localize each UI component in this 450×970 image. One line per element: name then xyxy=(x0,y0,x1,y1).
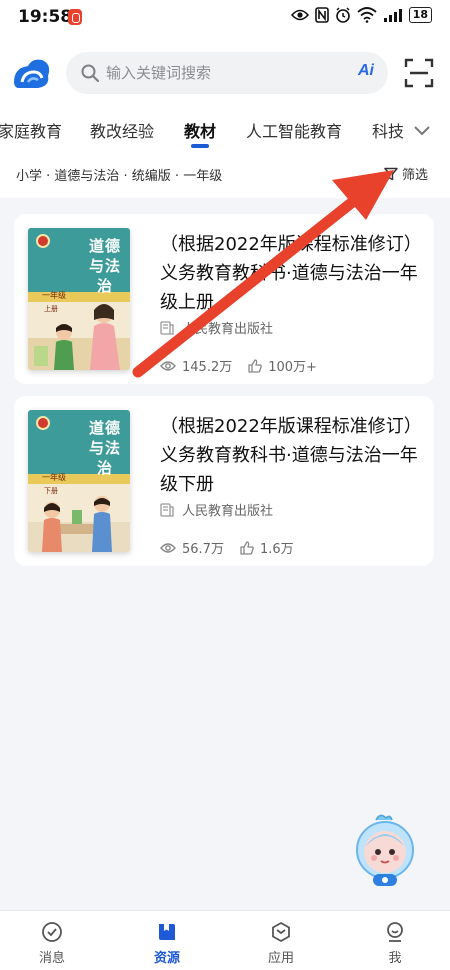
book-title[interactable]: （根据2022年版课程标准修订）义务教育教科书·道德与法治一年级下册 xyxy=(160,412,418,499)
likes-count: 1.6万 xyxy=(259,542,294,557)
eye-icon xyxy=(160,542,176,553)
views-count: 56.7万 xyxy=(182,542,224,557)
thumbs-up-icon xyxy=(248,358,263,373)
book-cover: 道德与法治 一年级 下册 xyxy=(28,410,130,552)
cover-grade: 一年级 xyxy=(42,291,66,300)
tab-family-education[interactable]: 家庭教育 xyxy=(0,118,62,142)
search-icon xyxy=(81,64,100,83)
active-tab-indicator xyxy=(191,144,209,148)
message-icon xyxy=(42,922,62,942)
nfc-icon xyxy=(314,7,329,23)
app-logo[interactable] xyxy=(10,52,54,96)
publisher-row: 人民教育出版社 xyxy=(160,318,273,337)
chevron-down-icon[interactable] xyxy=(410,118,434,142)
profile-icon xyxy=(387,922,403,942)
nav-label: 消息 xyxy=(38,951,65,966)
header: Ai xyxy=(0,46,450,102)
publisher-badge-icon xyxy=(36,416,50,430)
thumbs-up-icon xyxy=(240,540,254,555)
screen-record-icon xyxy=(68,9,82,25)
book-card[interactable]: 道德与法治 一年级 下册 （根据2022年版课程标准修订）义务教育教科书·道德与… xyxy=(14,396,434,566)
publisher-name: 人民教育出版社 xyxy=(182,504,274,519)
scan-icon[interactable] xyxy=(404,58,434,88)
book-title[interactable]: （根据2022年版课程标准修订）义务教育教科书·道德与法治一年级上册 xyxy=(160,230,418,317)
nav-label: 我 xyxy=(388,951,402,966)
views-stat: 145.2万 xyxy=(160,356,232,375)
filter-label: 筛选 xyxy=(402,168,429,183)
alarm-icon xyxy=(335,7,350,23)
nav-label: 应用 xyxy=(267,951,294,966)
publisher-badge-icon xyxy=(36,234,50,248)
nav-label: 资源 xyxy=(153,951,180,966)
system-icons: 18 xyxy=(290,7,432,23)
status-time: 19:58 xyxy=(18,7,73,27)
book-card[interactable]: 道德与法治 一年级 上册 （根据2022年版课程标准修订）义务教育教科书·道德与… xyxy=(14,214,434,384)
views-count: 145.2万 xyxy=(182,360,233,375)
cover-volume: 下册 xyxy=(44,487,58,495)
nav-item-messages[interactable]: 消息 xyxy=(12,921,92,966)
tab-technology[interactable]: 科技 xyxy=(372,118,404,142)
publisher-icon xyxy=(160,502,174,517)
ai-search-icon[interactable]: Ai xyxy=(358,62,374,80)
book-cover: 道德与法治 一年级 上册 xyxy=(28,228,130,370)
likes-count: 100万+ xyxy=(268,360,317,375)
assistant-mascot-icon[interactable] xyxy=(354,812,416,888)
wifi-icon xyxy=(357,7,377,23)
publisher-row: 人民教育出版社 xyxy=(160,500,273,519)
cover-volume: 上册 xyxy=(44,305,58,313)
publisher-name: 人民教育出版社 xyxy=(182,322,274,337)
status-bar: 19:58 18 xyxy=(0,0,450,36)
search-box[interactable]: Ai xyxy=(66,52,388,94)
tab-reform-experience[interactable]: 教改经验 xyxy=(90,118,154,142)
signal-icon xyxy=(383,9,402,22)
search-input[interactable] xyxy=(106,52,336,94)
nav-item-profile[interactable]: 我 xyxy=(355,921,435,966)
likes-stat: 1.6万 xyxy=(240,538,294,557)
bottom-nav: 消息 资源 应用 我 xyxy=(0,910,450,970)
apps-icon xyxy=(272,921,290,943)
book-stats: 56.7万 1.6万 xyxy=(160,538,310,557)
eye-icon xyxy=(290,9,309,21)
likes-stat: 100万+ xyxy=(248,356,317,375)
nav-item-apps[interactable]: 应用 xyxy=(241,921,321,966)
tab-ai-education[interactable]: 人工智能教育 xyxy=(246,118,342,142)
filter-row: 小学 · 道德与法治 · 统编版 · 一年级 筛选 xyxy=(0,160,450,188)
publisher-icon xyxy=(160,320,174,335)
filter-button[interactable]: 筛选 xyxy=(384,164,428,183)
tab-textbooks[interactable]: 教材 xyxy=(184,118,216,142)
cover-title: 道德与法治 xyxy=(88,237,121,295)
battery-indicator: 18 xyxy=(408,7,432,23)
cover-title: 道德与法治 xyxy=(88,419,121,477)
eye-icon xyxy=(160,360,176,371)
nav-item-resources[interactable]: 资源 xyxy=(127,921,207,966)
book-icon xyxy=(159,924,175,940)
filter-icon xyxy=(384,167,398,180)
views-stat: 56.7万 xyxy=(160,538,224,557)
cover-grade: 一年级 xyxy=(42,473,66,482)
filter-breadcrumb[interactable]: 小学 · 道德与法治 · 统编版 · 一年级 xyxy=(16,165,222,184)
category-tabs: 家庭教育 教改经验 教材 人工智能教育 科技 xyxy=(0,110,450,150)
book-stats: 145.2万 100万+ xyxy=(160,356,333,375)
